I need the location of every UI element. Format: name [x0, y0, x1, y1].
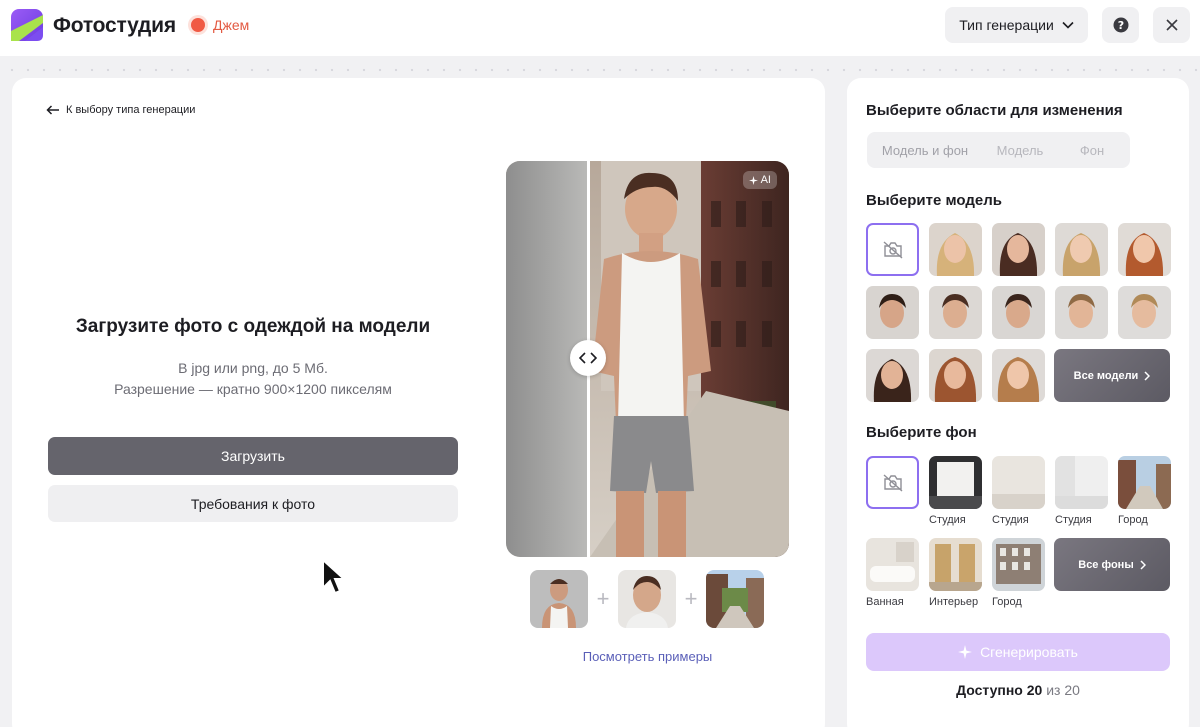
model-thumb[interactable]: [1055, 286, 1108, 339]
background-caption: Студия: [929, 514, 966, 526]
camera-off-icon: [883, 240, 902, 259]
generate-button[interactable]: Сгенерировать: [866, 633, 1170, 671]
close-button[interactable]: [1153, 7, 1190, 43]
mouse-cursor-icon: [322, 558, 347, 595]
all-backgrounds-button[interactable]: Все фоны: [1054, 538, 1170, 591]
background-thumb[interactable]: [992, 538, 1045, 591]
app-logo[interactable]: [11, 9, 43, 41]
areas-title: Выберите области для изменения: [866, 102, 1123, 119]
model-thumb[interactable]: [992, 349, 1045, 402]
tab-background[interactable]: Фон: [1060, 135, 1124, 165]
input-combination-row: + +: [530, 570, 764, 628]
photo-requirements-button[interactable]: Требования к фото: [48, 485, 458, 522]
background-caption: Город: [992, 596, 1022, 608]
model-thumb[interactable]: [1055, 223, 1108, 276]
background-photo-thumb: [706, 570, 764, 628]
upload-panel: К выбору типа генерации Загрузите фото с…: [12, 78, 825, 727]
plus-icon: +: [684, 586, 698, 611]
generation-type-dropdown[interactable]: Тип генерации: [945, 7, 1088, 43]
chevron-right-icon: [1140, 559, 1146, 570]
tab-model[interactable]: Модель: [980, 135, 1060, 165]
model-thumb[interactable]: [866, 349, 919, 402]
model-thumb[interactable]: [1118, 286, 1171, 339]
upload-resolution-text: Разрешение — кратно 900×1200 пикселям: [114, 381, 392, 397]
before-after-preview[interactable]: AI: [506, 161, 789, 557]
chevron-right-icon: [1144, 370, 1151, 381]
upload-requirements: В jpg или png, до 5 Мб. Разрешение — кра…: [48, 358, 458, 400]
background-caption: Интерьер: [929, 596, 979, 608]
model-title: Выберите модель: [866, 192, 1002, 209]
no-background-option[interactable]: [866, 456, 919, 509]
svg-text:?: ?: [1117, 19, 1123, 32]
background-thumb[interactable]: [929, 456, 982, 509]
background-thumb[interactable]: [929, 538, 982, 591]
background-title: Выберите фон: [866, 424, 977, 441]
background-pattern: [0, 56, 1200, 78]
background-caption: Ванная: [866, 596, 904, 608]
model-thumb[interactable]: [992, 286, 1045, 339]
view-examples-link[interactable]: Посмотреть примеры: [506, 649, 789, 664]
model-thumb[interactable]: [992, 223, 1045, 276]
background-caption: Студия: [1055, 514, 1092, 526]
question-circle-icon: ?: [1113, 17, 1128, 33]
background-thumb[interactable]: [992, 456, 1045, 509]
all-models-label: Все модели: [1073, 369, 1139, 382]
background-thumb[interactable]: [1118, 456, 1171, 509]
sparkle-icon: [748, 175, 758, 185]
settings-panel: Выберите области для изменения Модель и …: [847, 78, 1189, 727]
available-counter: Доступно 20 из 20: [866, 682, 1170, 698]
model-thumb[interactable]: [929, 223, 982, 276]
garment-photo-thumb: [530, 570, 588, 628]
upload-format-text: В jpg или png, до 5 Мб.: [178, 360, 328, 376]
model-thumb[interactable]: [866, 286, 919, 339]
code-arrows-icon: [579, 352, 597, 364]
ai-badge: AI: [742, 171, 777, 189]
compare-slider-handle[interactable]: [570, 340, 606, 376]
preview-image: [506, 161, 789, 557]
all-models-button[interactable]: Все модели: [1054, 349, 1170, 402]
background-thumb[interactable]: [866, 538, 919, 591]
model-thumb[interactable]: [929, 286, 982, 339]
background-caption: Студия: [992, 514, 1029, 526]
camera-off-icon: [883, 473, 902, 492]
available-total: из 20: [1046, 682, 1080, 698]
back-link-label: К выбору типа генерации: [66, 104, 196, 116]
app-header: Фотостудия Джем Тип генерации ?: [0, 0, 1200, 56]
generate-label: Сгенерировать: [980, 644, 1078, 660]
help-button[interactable]: ?: [1102, 7, 1139, 43]
chevron-down-icon: [1062, 21, 1074, 29]
upload-button[interactable]: Загрузить: [48, 437, 458, 475]
generation-type-label: Тип генерации: [959, 17, 1054, 33]
sparkle-icon: [958, 645, 973, 659]
model-thumb[interactable]: [1118, 223, 1171, 276]
upload-title: Загрузите фото с одеждой на модели: [75, 316, 431, 337]
arrow-left-icon: [46, 105, 59, 115]
brand-name: Джем: [213, 17, 250, 33]
plus-icon: +: [596, 586, 610, 611]
background-thumb[interactable]: [1055, 456, 1108, 509]
model-photo-thumb: [618, 570, 676, 628]
model-thumb[interactable]: [929, 349, 982, 402]
available-count: 20: [1026, 682, 1043, 698]
background-caption: Город: [1118, 514, 1148, 526]
ai-badge-label: AI: [760, 174, 771, 186]
brand-chip[interactable]: Джем: [191, 17, 249, 33]
close-icon: [1165, 19, 1178, 31]
no-model-option[interactable]: [866, 223, 919, 276]
tab-model-and-background[interactable]: Модель и фон: [870, 135, 980, 165]
all-backgrounds-label: Все фоны: [1078, 558, 1134, 571]
brand-dot-icon: [191, 18, 205, 32]
available-label: Доступно: [956, 682, 1023, 698]
areas-segmented-control: Модель и фон Модель Фон: [867, 132, 1130, 168]
back-link[interactable]: К выбору типа генерации: [46, 104, 195, 116]
app-title: Фотостудия: [53, 14, 176, 37]
